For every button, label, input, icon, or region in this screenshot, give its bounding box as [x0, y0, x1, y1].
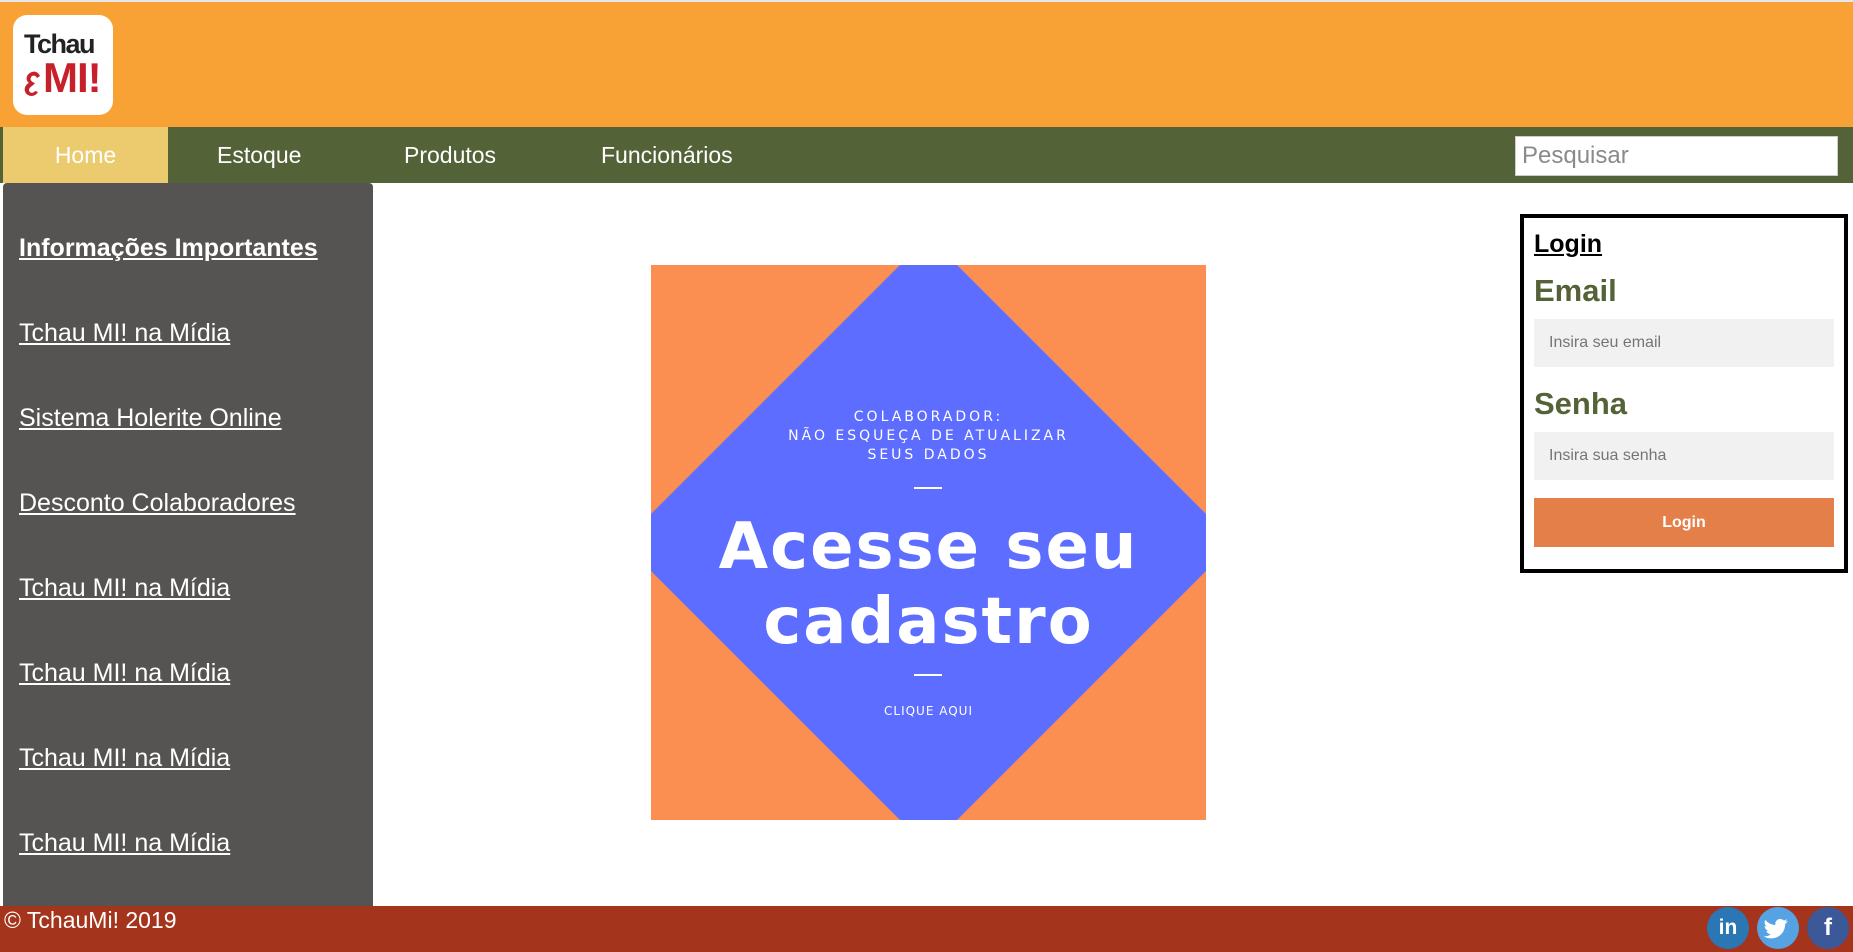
banner-cta[interactable]: CLIQUE AQUI	[651, 704, 1206, 718]
nav-item-produtos[interactable]: Produtos	[404, 127, 496, 183]
sidebar: Informações Importantes Tchau MI! na Míd…	[3, 183, 373, 906]
sidebar-link-midia-5[interactable]: Tchau MI! na Mídia	[19, 829, 230, 858]
email-field[interactable]	[1534, 319, 1834, 367]
banner-title-line-1: Acesse seu	[718, 510, 1139, 584]
sidebar-link-midia-4[interactable]: Tchau MI! na Mídia	[19, 744, 230, 773]
nav-item-estoque[interactable]: Estoque	[217, 127, 301, 183]
banner-divider-bottom	[914, 674, 942, 676]
mascot-icon	[24, 71, 40, 96]
copyright-text: © TchauMi! 2019	[4, 907, 177, 933]
banner-title: Acesse seu cadastro	[651, 510, 1206, 660]
nav-item-home[interactable]: Home	[3, 127, 168, 183]
search-input[interactable]	[1515, 136, 1838, 176]
login-title[interactable]: Login	[1534, 230, 1602, 259]
banner-line-1: COLABORADOR:	[853, 409, 1004, 425]
password-label: Senha	[1534, 386, 1628, 421]
banner-divider-top	[914, 487, 942, 489]
login-button[interactable]: Login	[1534, 498, 1834, 547]
banner-title-line-2: cadastro	[763, 585, 1094, 659]
sidebar-title-link[interactable]: Informações Importantes	[19, 234, 318, 263]
email-label: Email	[1534, 273, 1617, 308]
facebook-icon[interactable]: f	[1807, 907, 1849, 949]
sidebar-link-midia-1[interactable]: Tchau MI! na Mídia	[19, 319, 230, 348]
site-footer: © TchauMi! 2019	[0, 906, 1853, 952]
logo-text-bottom: MI!	[43, 54, 102, 101]
password-field[interactable]	[1534, 432, 1834, 480]
update-profile-banner[interactable]: COLABORADOR: NÃO ESQUEÇA DE ATUALIZAR SE…	[651, 265, 1206, 820]
site-header: Tchau MI!	[0, 0, 1853, 127]
sidebar-link-midia-2[interactable]: Tchau MI! na Mídia	[19, 574, 230, 603]
banner-line-3: SEUS DADOS	[867, 447, 990, 463]
login-panel: Login Email Senha Login	[1520, 214, 1848, 573]
banner-line-2: NÃO ESQUEÇA DE ATUALIZAR	[788, 428, 1069, 444]
nav-item-funcionarios[interactable]: Funcionários	[601, 127, 733, 183]
linkedin-icon[interactable]: in	[1707, 907, 1749, 949]
sidebar-link-midia-3[interactable]: Tchau MI! na Mídia	[19, 659, 230, 688]
twitter-bird-glyph	[1763, 919, 1788, 939]
twitter-icon[interactable]	[1757, 907, 1799, 949]
sidebar-link-desconto[interactable]: Desconto Colaboradores	[19, 489, 296, 518]
tchau-mi-logo[interactable]: Tchau MI!	[13, 15, 113, 115]
sidebar-link-holerite[interactable]: Sistema Holerite Online	[19, 404, 282, 433]
